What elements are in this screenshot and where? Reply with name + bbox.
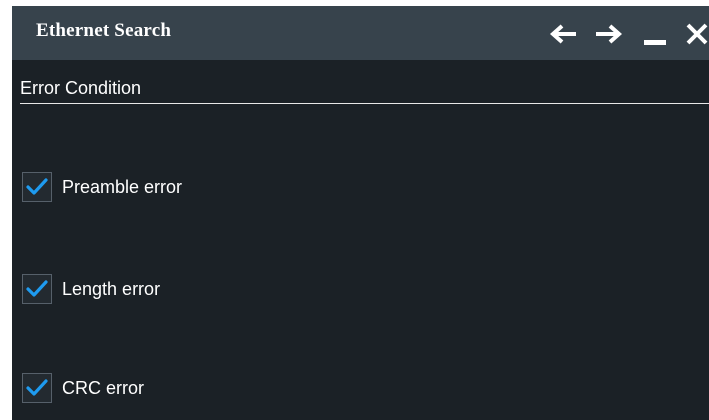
dialog-title: Ethernet Search	[36, 20, 172, 41]
crc-error-label: CRC error	[62, 377, 145, 398]
checkmark-icon	[26, 379, 48, 396]
preamble-error-checkbox-row[interactable]: Preamble error	[22, 170, 182, 204]
ethernet-search-dialog: Ethernet Search Error Condition Preamble…	[12, 6, 709, 420]
arrow-right-icon[interactable]	[592, 20, 624, 48]
close-icon[interactable]	[684, 20, 709, 48]
dialog-titlebar[interactable]: Ethernet Search	[12, 6, 709, 60]
checkmark-icon	[26, 178, 48, 195]
preamble-error-label: Preamble error	[62, 176, 183, 197]
error-condition-label: Error Condition	[20, 78, 142, 98]
minimize-icon[interactable]	[640, 20, 672, 48]
length-error-label: Length error	[62, 278, 161, 299]
length-error-checkbox-row[interactable]: Length error	[22, 272, 160, 306]
checkmark-icon	[26, 280, 48, 297]
section-divider	[20, 103, 709, 104]
crc-error-checkbox-row[interactable]: CRC error	[22, 371, 144, 405]
length-error-checkbox[interactable]	[22, 274, 52, 304]
arrow-left-icon[interactable]	[548, 20, 580, 48]
preamble-error-checkbox[interactable]	[22, 172, 52, 202]
crc-error-checkbox[interactable]	[22, 373, 52, 403]
